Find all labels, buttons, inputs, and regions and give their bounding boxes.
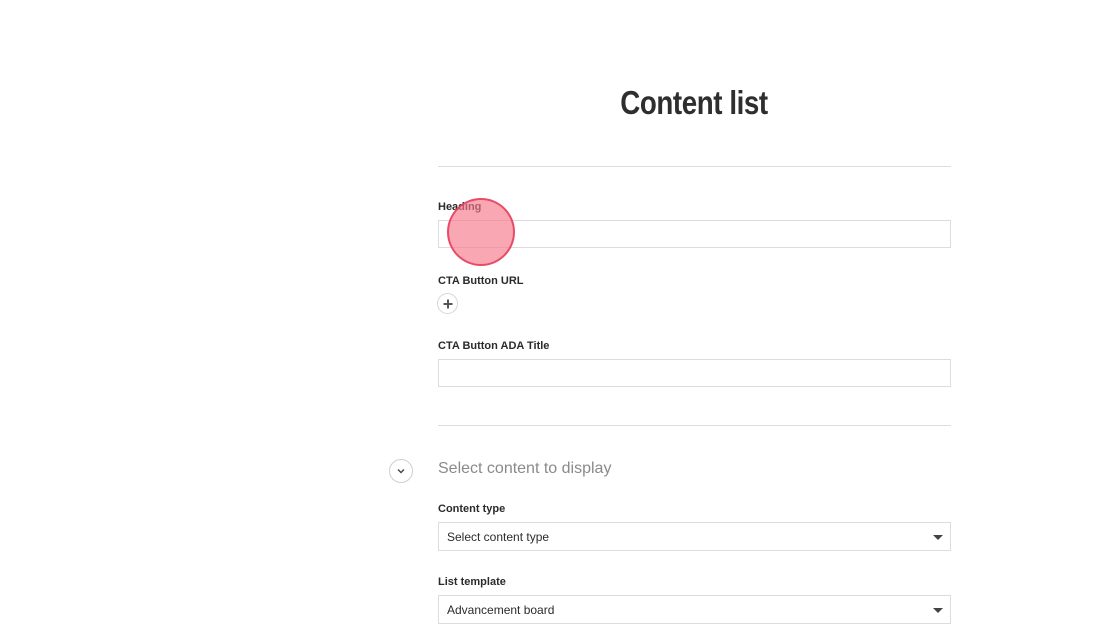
heading-label: Heading xyxy=(438,201,482,213)
content-type-label: Content type xyxy=(438,503,506,515)
cta-button-ada-title-label: CTA Button ADA Title xyxy=(438,340,550,352)
top-divider xyxy=(438,166,951,167)
cta-button-ada-title-input[interactable] xyxy=(438,359,951,387)
section-divider xyxy=(438,425,951,426)
content-type-value: Select content type xyxy=(447,530,550,544)
dropdown-caret-icon xyxy=(933,535,943,540)
content-type-select[interactable]: Select content type xyxy=(438,522,951,551)
cta-button-url-label: CTA Button URL xyxy=(438,275,524,287)
list-template-label: List template xyxy=(438,576,506,588)
dropdown-caret-icon xyxy=(933,608,943,613)
page-title: Content list xyxy=(620,84,768,121)
heading-input[interactable] xyxy=(438,220,951,248)
chevron-down-icon xyxy=(397,469,405,474)
plus-icon xyxy=(443,299,452,308)
list-template-select[interactable]: Advancement board xyxy=(438,595,951,624)
add-cta-url-button[interactable] xyxy=(437,293,458,314)
section-collapse-toggle[interactable] xyxy=(389,459,413,483)
list-template-value: Advancement board xyxy=(447,603,555,617)
section-title: Select content to display xyxy=(438,460,612,477)
